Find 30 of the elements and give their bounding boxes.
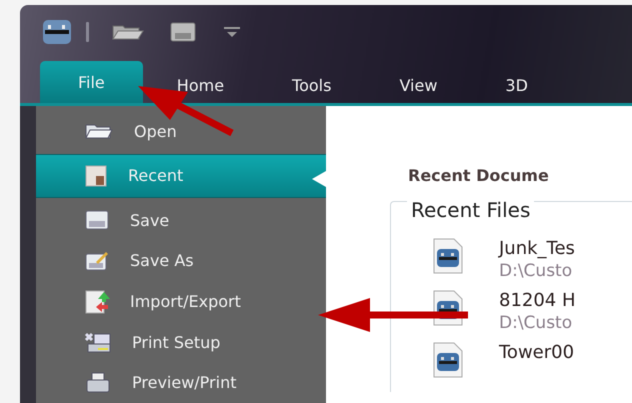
file-path: D:\Custo	[499, 312, 574, 334]
print-setup-icon	[84, 330, 112, 354]
ribbon-tab[interactable]: Tools	[258, 61, 366, 103]
ribbon-tab[interactable]: 3D	[471, 61, 562, 103]
folder-icon	[84, 122, 114, 140]
import-export-icon	[84, 288, 110, 315]
ribbon-tab[interactable]: Home	[142, 61, 258, 103]
document-icon	[84, 164, 108, 188]
menu-item[interactable]: Preview/Print	[36, 362, 326, 403]
menu-item[interactable]: Print Setup	[36, 322, 326, 362]
ribbon-tab[interactable]: File	[40, 61, 143, 103]
save-as-icon	[84, 250, 110, 272]
file-name[interactable]: Tower00	[499, 342, 574, 364]
dropdown-icon[interactable]	[223, 26, 241, 38]
save-icon	[84, 209, 110, 232]
section-heading: Recent Docume	[408, 166, 550, 185]
app-icon	[42, 19, 72, 45]
menu-item[interactable]: Save	[36, 200, 326, 241]
printer-icon	[84, 370, 112, 395]
file-path: D:\Custo	[499, 260, 574, 282]
file-name[interactable]: Junk_Tes	[499, 238, 575, 260]
file-name[interactable]: 81204 H	[499, 290, 576, 312]
ribbon-tab[interactable]: View	[365, 61, 472, 103]
file-icon	[433, 342, 463, 378]
menu-item[interactable]: Import/Export	[36, 281, 326, 322]
save-icon[interactable]	[169, 21, 197, 43]
menu-item[interactable]: Recent	[36, 154, 326, 198]
file-icon	[433, 238, 463, 274]
menu-item[interactable]: Save As	[36, 240, 326, 282]
folder-icon[interactable]	[111, 23, 145, 41]
